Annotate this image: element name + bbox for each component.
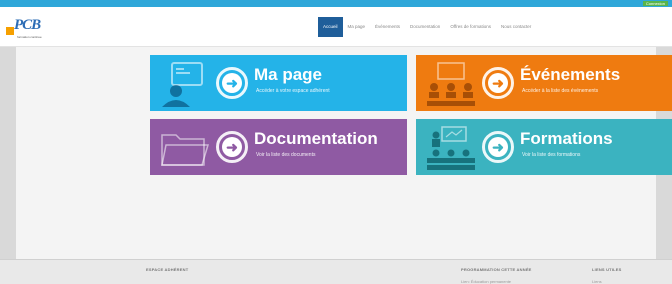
tile-evenements[interactable]: ➜ Événements Accéder à la liste des évén… <box>416 55 672 111</box>
nav-item-evenements[interactable]: Événements <box>370 17 405 37</box>
footer-col-liens: LIENS UTILES Liens <box>592 267 622 284</box>
tile-formations[interactable]: ➜ Formations Voir la liste des formation… <box>416 119 672 175</box>
tile-title: Événements <box>520 65 621 84</box>
tile-title: Formations <box>520 129 613 148</box>
tile-subtitle: Voir la liste des formations <box>522 152 581 158</box>
folder-icon <box>161 134 210 166</box>
site-header: PCB formation continue Accueil Ma page É… <box>0 7 672 47</box>
footer-heading: PROGRAMMATION CETTE ANNÉE <box>461 267 532 272</box>
site-footer: ESPACE ADHÉRENT PROGRAMMATION CETTE ANNÉ… <box>0 259 672 284</box>
footer-col-espace: ESPACE ADHÉRENT <box>146 267 188 272</box>
top-bar: Connexion <box>0 0 672 7</box>
footer-link[interactable]: Lien: Éducation permanente <box>461 279 532 284</box>
audience-icon <box>427 62 475 106</box>
arrow-right-icon: ➜ <box>216 67 248 99</box>
tile-title: Ma page <box>254 65 323 84</box>
logo-subtitle: formation continue <box>17 35 42 39</box>
tile-documentation[interactable]: ➜ Documentation Voir la liste des docume… <box>150 119 407 175</box>
nav-item-contact[interactable]: Nous contacter <box>496 17 536 37</box>
tile-ma-page[interactable]: ➜ Ma page Accéder à votre espace adhéren… <box>150 55 407 111</box>
logo-text: PCB <box>14 17 41 33</box>
tile-subtitle: Accéder à la liste des événements <box>522 88 599 94</box>
footer-heading: ESPACE ADHÉRENT <box>146 267 189 272</box>
tile-subtitle: Accéder à votre espace adhérent <box>256 88 330 94</box>
arrow-right-icon: ➜ <box>216 131 248 163</box>
tile-title: Documentation <box>254 129 378 148</box>
footer-col-programmation: PROGRAMMATION CETTE ANNÉE Lien: Éducatio… <box>461 267 532 284</box>
logo-square-icon <box>6 27 14 35</box>
footer-heading: LIENS UTILES <box>592 267 622 272</box>
site-logo[interactable]: PCB formation continue <box>6 15 46 39</box>
footer-link[interactable]: Liens <box>592 279 622 284</box>
main-content: ➜ Ma page Accéder à votre espace adhéren… <box>16 47 672 259</box>
tile-subtitle: Voir la liste des documents <box>256 152 316 158</box>
main-nav: Accueil Ma page Événements Documentation… <box>318 17 536 37</box>
nav-item-ma-page[interactable]: Ma page <box>343 17 371 37</box>
nav-item-accueil[interactable]: Accueil <box>318 17 343 37</box>
person-monitor-icon <box>162 62 203 107</box>
connexion-button[interactable]: Connexion <box>642 1 668 6</box>
classroom-icon <box>427 126 475 170</box>
nav-item-offres[interactable]: Offres de formations <box>445 17 496 37</box>
arrow-right-icon: ➜ <box>482 67 514 99</box>
nav-item-documentation[interactable]: Documentation <box>405 17 445 37</box>
arrow-right-icon: ➜ <box>482 131 514 163</box>
